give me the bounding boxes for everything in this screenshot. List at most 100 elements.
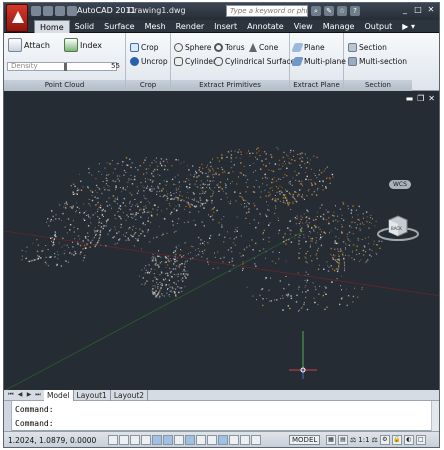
search-icon[interactable]: ⌕ <box>311 6 321 16</box>
tab-annotate[interactable]: Annotate <box>242 20 289 33</box>
first-layout-icon[interactable]: ⏮ <box>7 391 15 399</box>
tab-view[interactable]: View <box>289 20 318 33</box>
isolate-objects-icon[interactable]: ◐ <box>403 435 414 445</box>
quick-properties-toggle[interactable] <box>240 435 250 445</box>
uncrop-icon <box>130 57 139 66</box>
quick-view-layouts-icon[interactable]: ▦ <box>326 435 336 445</box>
star-icon[interactable]: ☆ <box>337 6 347 16</box>
tab-layout2[interactable]: Layout2 <box>111 390 149 401</box>
grid-toggle[interactable] <box>130 435 140 445</box>
lineweight-toggle[interactable] <box>218 435 228 445</box>
autocad-logo-icon <box>12 11 24 23</box>
attach-button[interactable]: Attach <box>8 38 50 52</box>
quick-view-drawings-icon[interactable]: ▤ <box>338 435 348 445</box>
transparency-toggle[interactable] <box>229 435 239 445</box>
last-layout-icon[interactable]: ⏭ <box>34 391 42 399</box>
torus-button[interactable]: Torus <box>214 43 245 52</box>
tab-home[interactable]: Home <box>34 20 70 33</box>
panel-crop: Crop Uncrop Crop <box>126 33 171 91</box>
tools-icon[interactable]: ✎ <box>324 6 334 16</box>
cylinder-button[interactable]: Cylinder <box>174 57 216 66</box>
tab-insert[interactable]: Insert <box>209 20 242 33</box>
title-bar: AutoCAD 2011 Drawing1.dwg Type a keyword… <box>4 3 439 32</box>
crop-button[interactable]: Crop <box>130 43 159 52</box>
index-icon <box>64 38 78 52</box>
cone-button[interactable]: Cone <box>249 43 278 52</box>
ribbon-overflow-icon[interactable]: ▶ ▾ <box>397 20 420 33</box>
plane-button[interactable]: Plane <box>291 43 325 52</box>
section-button[interactable]: Section <box>348 43 387 52</box>
tab-surface[interactable]: Surface <box>99 20 139 33</box>
cylindrical-surface-icon <box>214 57 223 66</box>
command-input[interactable]: Command: <box>15 419 54 428</box>
multi-plane-button[interactable]: Multi-plane <box>291 57 346 66</box>
maximize-icon[interactable]: □ <box>412 4 424 16</box>
document-title: Drawing1.dwg <box>128 6 186 15</box>
ducs-toggle[interactable] <box>196 435 206 445</box>
snap-toggle[interactable] <box>119 435 129 445</box>
minimize-icon[interactable]: _ <box>399 4 411 16</box>
undo-icon[interactable] <box>67 6 77 16</box>
cylinder-icon <box>174 57 183 66</box>
wcs-menu[interactable]: WCS <box>389 180 411 189</box>
tab-model[interactable]: Model <box>44 390 74 401</box>
layout-nav: ⏮ ◀ ▶ ⏭ <box>7 391 42 399</box>
tab-solid[interactable]: Solid <box>70 20 100 33</box>
tab-render[interactable]: Render <box>171 20 209 33</box>
viewport-close-icon[interactable]: ✕ <box>428 94 435 103</box>
viewport-restore-icon[interactable]: ❐ <box>417 94 424 103</box>
sphere-button[interactable]: Sphere <box>174 43 211 52</box>
ribbon-tab-bar: Home Solid Surface Mesh Render Insert An… <box>4 20 439 33</box>
model-space-button[interactable]: MODEL <box>289 435 321 445</box>
polar-toggle[interactable] <box>152 435 162 445</box>
panel-title-point-cloud: Point Cloud <box>4 80 125 91</box>
3d-osnap-toggle[interactable] <box>174 435 184 445</box>
tab-manage[interactable]: Manage <box>318 20 360 33</box>
tab-layout1[interactable]: Layout1 <box>74 390 111 401</box>
annotation-visibility-icon[interactable]: ⚖ <box>372 435 378 445</box>
annotation-scale-icon[interactable]: ⚖ <box>350 435 356 445</box>
tab-mesh[interactable]: Mesh <box>140 20 171 33</box>
multi-section-button[interactable]: Multi-section <box>348 57 407 66</box>
attach-label: Attach <box>24 40 50 50</box>
viewcube-icon[interactable]: BACK <box>375 214 421 244</box>
dyn-toggle[interactable] <box>207 435 217 445</box>
command-scrollbar[interactable] <box>431 401 439 431</box>
close-icon[interactable]: ✕ <box>425 4 437 16</box>
help-icon[interactable]: ? <box>350 6 360 16</box>
selection-cycling-toggle[interactable] <box>251 435 261 445</box>
torus-icon <box>214 43 223 52</box>
attach-icon <box>8 38 22 52</box>
command-window: Command: Command: <box>4 401 439 431</box>
ucs-icon <box>289 331 317 379</box>
prev-layout-icon[interactable]: ◀ <box>16 391 24 399</box>
point-cloud-canvas[interactable] <box>4 91 439 390</box>
command-window-grip[interactable] <box>4 401 12 431</box>
workspace-switch-icon[interactable]: ⚙ <box>379 435 390 445</box>
viewport-controls: ▬ ❐ ✕ <box>406 94 435 103</box>
search-input[interactable]: Type a keyword or phrase <box>226 5 308 17</box>
drawing-viewport[interactable]: ▬ ❐ ✕ BACK WCS <box>4 91 439 390</box>
new-icon[interactable] <box>31 6 41 16</box>
annotation-scale-value[interactable]: 1:1 <box>358 435 369 445</box>
viewport-minimize-icon[interactable]: ▬ <box>406 94 414 103</box>
open-icon[interactable] <box>43 6 53 16</box>
clean-screen-icon[interactable]: □ <box>415 435 426 445</box>
otrack-toggle[interactable] <box>185 435 195 445</box>
density-slider-track[interactable]: Density <box>7 62 117 71</box>
cylindrical-surface-button[interactable]: Cylindrical Surface <box>214 57 295 66</box>
application-menu-button[interactable] <box>6 4 28 32</box>
next-layout-icon[interactable]: ▶ <box>25 391 33 399</box>
index-button[interactable]: Index <box>64 38 102 52</box>
osnap-toggle[interactable] <box>163 435 173 445</box>
cylinder-label: Cylinder <box>185 57 217 66</box>
lock-icon[interactable]: 🔒 <box>391 435 402 445</box>
density-slider-thumb[interactable] <box>64 63 67 71</box>
sphere-label: Sphere <box>185 43 212 52</box>
infer-constraints-toggle[interactable] <box>108 435 118 445</box>
ortho-toggle[interactable] <box>141 435 151 445</box>
multi-section-icon <box>348 57 357 66</box>
uncrop-button[interactable]: Uncrop <box>130 57 168 66</box>
tab-output[interactable]: Output <box>359 20 397 33</box>
save-icon[interactable] <box>55 6 65 16</box>
